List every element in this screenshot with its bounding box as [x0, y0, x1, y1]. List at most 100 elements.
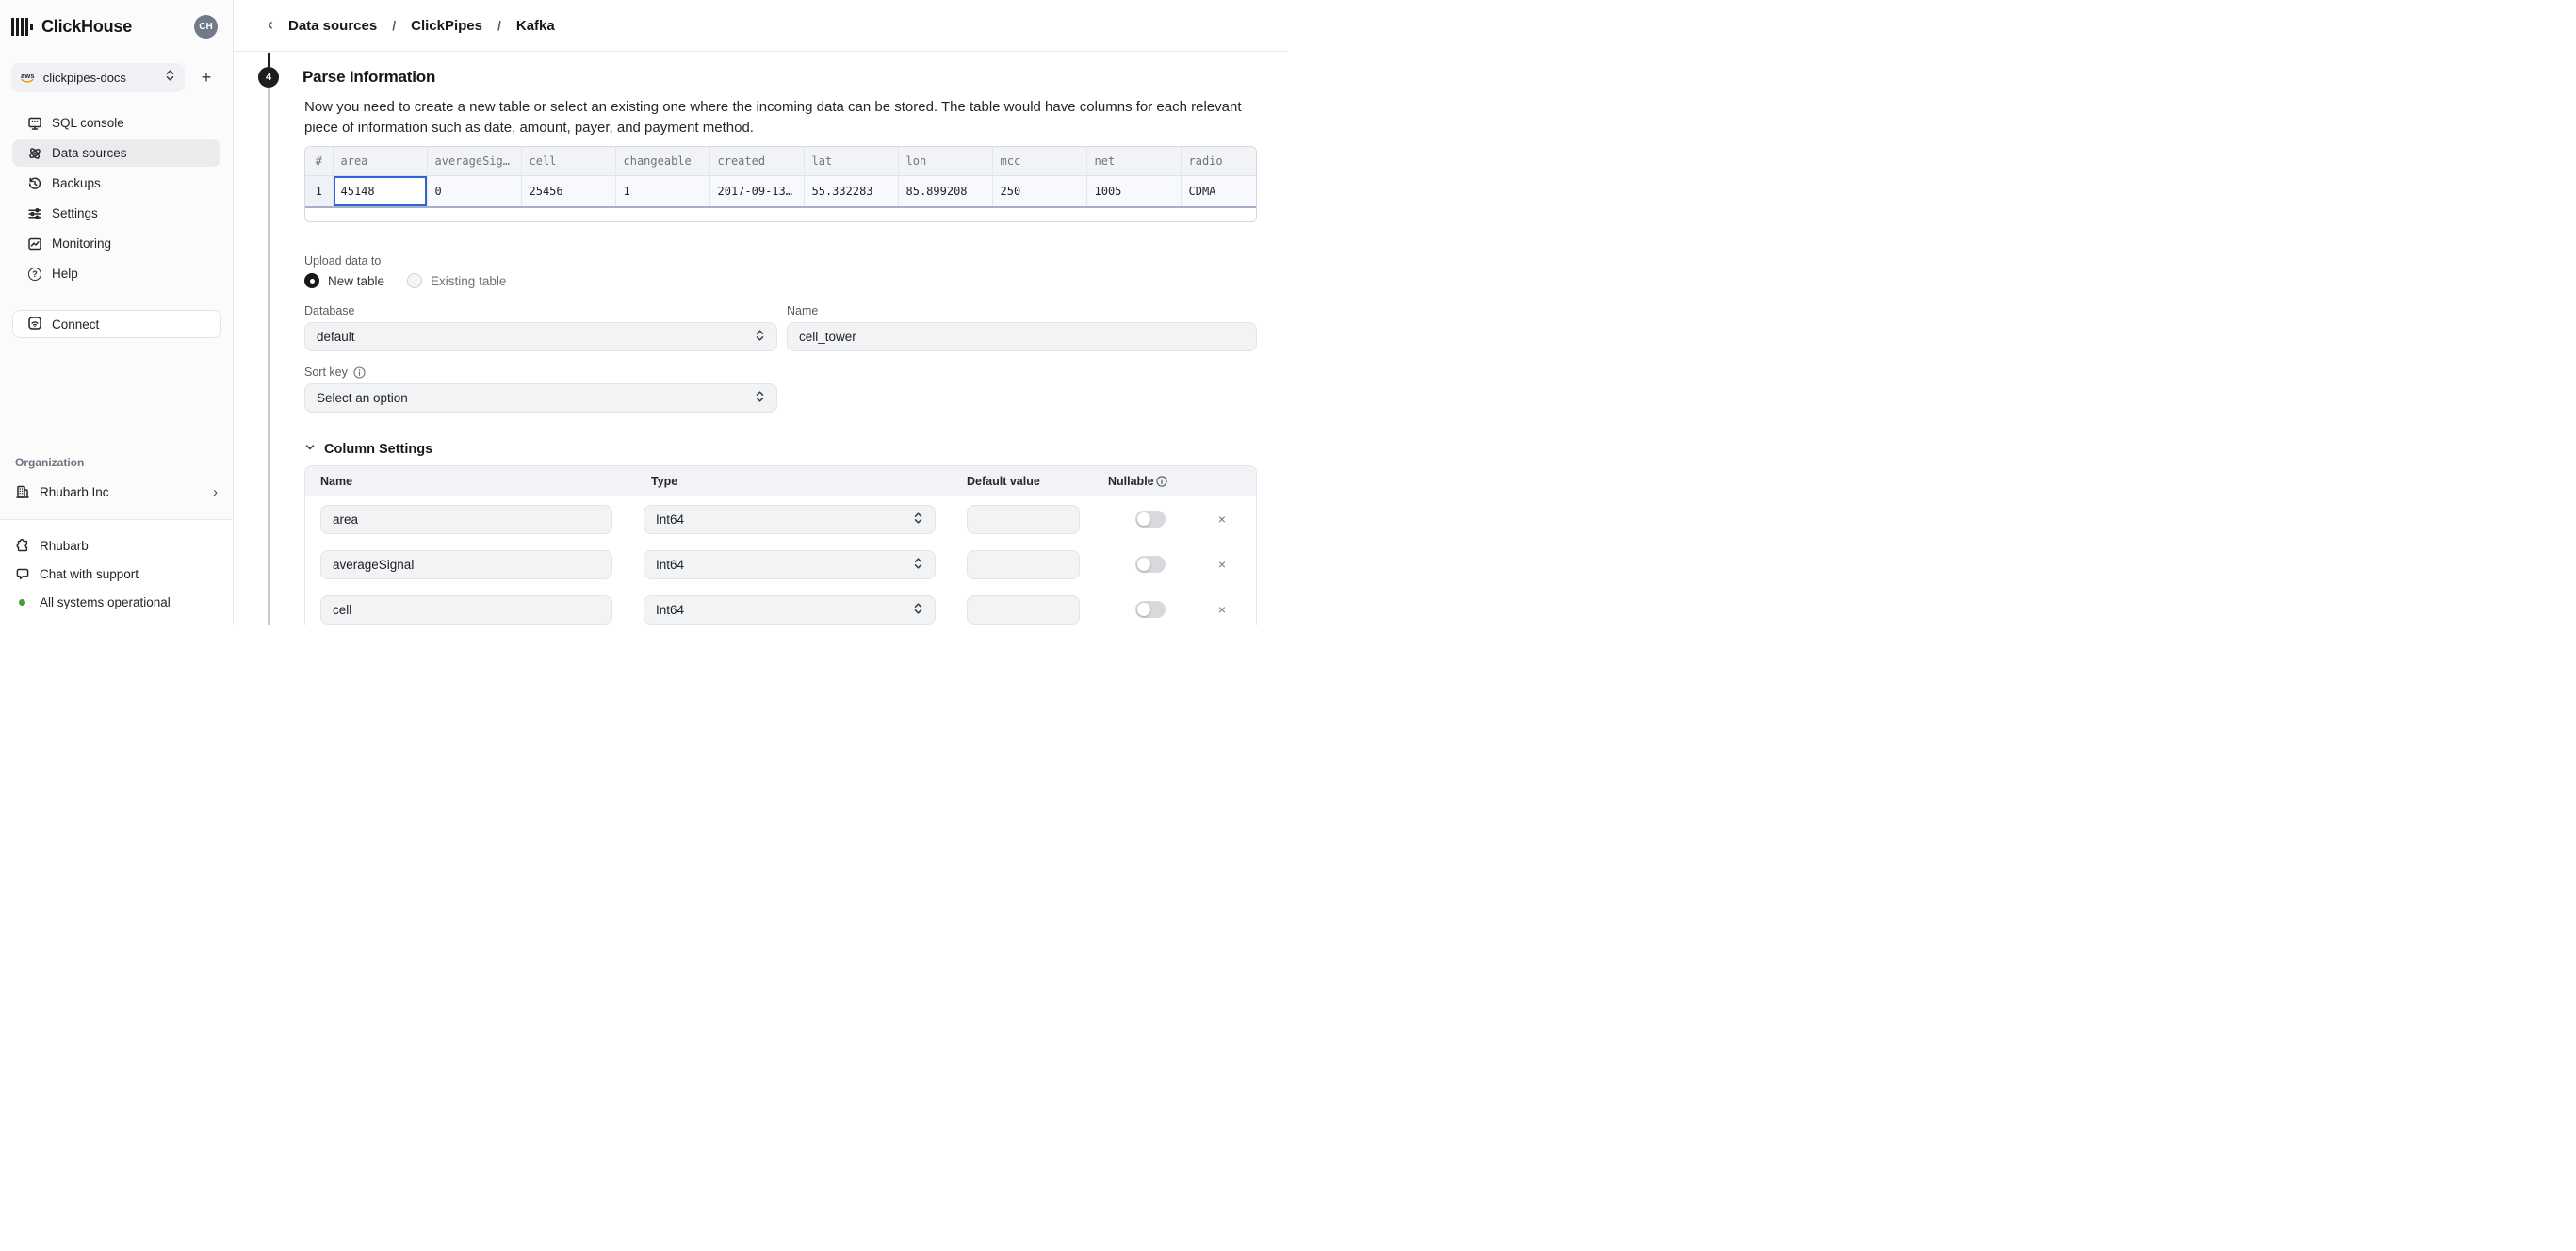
preview-cell-cell[interactable]: 25456: [521, 175, 615, 207]
chevron-down-icon: [304, 442, 316, 457]
info-icon[interactable]: [353, 366, 366, 379]
sidebar: ClickHouse CH aws clickpipes-docs +: [0, 0, 234, 626]
radio-existing-table[interactable]: Existing table: [407, 273, 506, 288]
chevron-right-icon: ›: [213, 484, 218, 500]
radio-new-table[interactable]: New table: [304, 273, 384, 288]
cs-default-value-input[interactable]: [967, 595, 1080, 625]
user-avatar[interactable]: CH: [194, 15, 218, 39]
footer-item-label: All systems operational: [40, 595, 171, 609]
remove-column-icon[interactable]: ×: [1218, 603, 1226, 616]
chevron-updown-icon: [755, 329, 765, 345]
monitoring-chart-icon: [27, 236, 42, 252]
footer-item-system-status[interactable]: All systems operational: [15, 588, 218, 616]
help-question-icon: ?: [27, 267, 42, 282]
sidebar-item-help[interactable]: ? Help: [12, 260, 220, 287]
column-header-lat: lat: [804, 147, 898, 175]
preview-cell-lat[interactable]: 55.332283: [804, 175, 898, 207]
row-number-cell: 1: [305, 175, 333, 207]
status-green-dot-icon: [19, 599, 25, 606]
preview-cell-radio[interactable]: CDMA: [1181, 175, 1256, 207]
table-name-label: Name: [787, 304, 1257, 317]
radio-unselected-icon: [407, 273, 422, 288]
cs-default-value-input[interactable]: [967, 505, 1080, 534]
sidebar-item-data-sources[interactable]: Data sources: [12, 139, 220, 167]
sidebar-item-label: Data sources: [52, 146, 127, 160]
aws-logo-icon: aws: [21, 73, 35, 83]
column-header-radio: radio: [1181, 147, 1256, 175]
preview-cell-area-selected[interactable]: 45148: [333, 175, 427, 207]
column-settings-row-area: Int64 ×: [305, 496, 1256, 542]
preview-cell-net[interactable]: 1005: [1086, 175, 1181, 207]
sidebar-item-sql-console[interactable]: SQL console: [12, 109, 220, 137]
cs-name-input[interactable]: [320, 595, 612, 625]
column-settings-row-averagesignal: Int64 ×: [305, 542, 1256, 587]
sidebar-item-monitoring[interactable]: Monitoring: [12, 230, 220, 257]
nullable-toggle-off[interactable]: [1135, 601, 1166, 618]
sort-key-select-value: Select an option: [317, 391, 408, 405]
table-name-input[interactable]: [787, 322, 1257, 351]
cs-header-type: Type: [644, 475, 936, 488]
sort-key-label: Sort key: [304, 366, 348, 379]
column-header-rownum: #: [305, 147, 333, 175]
cs-type-select[interactable]: Int64: [644, 505, 936, 534]
back-chevron-icon[interactable]: ‹: [268, 16, 273, 33]
data-sources-icon: [27, 146, 42, 161]
nullable-toggle-off[interactable]: [1135, 511, 1166, 528]
footer-item-chat-support[interactable]: Chat with support: [15, 560, 218, 588]
column-settings-title: Column Settings: [324, 442, 432, 457]
chevron-updown-icon: [913, 602, 923, 618]
preview-cell-changeable[interactable]: 1: [615, 175, 709, 207]
breadcrumb-separator: /: [392, 18, 396, 33]
column-header-mcc: mcc: [992, 147, 1086, 175]
preview-cell-created[interactable]: 2017-09-13…: [709, 175, 804, 207]
organization-building-icon: [15, 484, 30, 499]
nullable-toggle-off[interactable]: [1135, 556, 1166, 573]
cs-name-input[interactable]: [320, 550, 612, 579]
sidebar-nav: SQL console Data sources Backups Setting…: [0, 109, 233, 290]
app-logo-text: ClickHouse: [41, 17, 132, 37]
cs-default-value-input[interactable]: [967, 550, 1080, 579]
clickhouse-logo-icon: [11, 17, 33, 36]
preview-cell-lon[interactable]: 85.899208: [898, 175, 992, 207]
preview-data-row: 1 45148 0 25456 1 2017-09-13… 55.332283 …: [305, 175, 1256, 207]
breadcrumb-clickpipes[interactable]: ClickPipes: [411, 18, 482, 34]
connect-wifi-icon: [27, 316, 42, 333]
database-select[interactable]: default: [304, 322, 777, 351]
sidebar-item-settings[interactable]: Settings: [12, 200, 220, 227]
organization-selector[interactable]: Rhubarb Inc ›: [15, 478, 218, 506]
sort-key-select[interactable]: Select an option: [304, 383, 777, 413]
footer-item-label: Rhubarb: [40, 539, 89, 553]
service-selector[interactable]: aws clickpipes-docs: [11, 63, 185, 92]
connect-button[interactable]: Connect: [12, 310, 221, 338]
upload-target-radio-group: New table Existing table: [304, 273, 1257, 288]
preview-cell-averagesignal[interactable]: 0: [427, 175, 521, 207]
database-select-value: default: [317, 330, 355, 344]
cs-header-nullable: Nullable: [1108, 475, 1154, 488]
breadcrumb-data-sources[interactable]: Data sources: [288, 18, 377, 34]
column-header-averagesignal: averageSig…: [427, 147, 521, 175]
column-settings-toggle[interactable]: Column Settings: [304, 442, 1257, 457]
add-service-button[interactable]: +: [195, 67, 218, 89]
column-settings-table: Name Type Default value Nullable: [304, 465, 1257, 626]
info-icon[interactable]: [1156, 476, 1167, 487]
sidebar-item-backups[interactable]: Backups: [12, 170, 220, 197]
cs-name-input[interactable]: [320, 505, 612, 534]
breadcrumb-separator: /: [497, 18, 501, 33]
cs-type-select[interactable]: Int64: [644, 550, 936, 579]
column-header-area: area: [333, 147, 427, 175]
cs-header-default-value: Default value: [967, 475, 1080, 488]
preview-cell-mcc[interactable]: 250: [992, 175, 1086, 207]
backups-history-icon: [27, 176, 42, 191]
puzzle-icon: [15, 538, 30, 553]
remove-column-icon[interactable]: ×: [1218, 512, 1226, 526]
column-header-created: created: [709, 147, 804, 175]
cs-type-value: Int64: [656, 558, 684, 572]
remove-column-icon[interactable]: ×: [1218, 558, 1226, 571]
organization-name: Rhubarb Inc: [40, 485, 109, 499]
stepper-line-upcoming: [268, 88, 270, 626]
sidebar-item-label: Backups: [52, 176, 101, 190]
chevron-updown-icon: [913, 557, 923, 573]
chevron-updown-icon: [755, 390, 765, 406]
cs-type-select[interactable]: Int64: [644, 595, 936, 625]
footer-item-rhubarb[interactable]: Rhubarb: [15, 531, 218, 560]
